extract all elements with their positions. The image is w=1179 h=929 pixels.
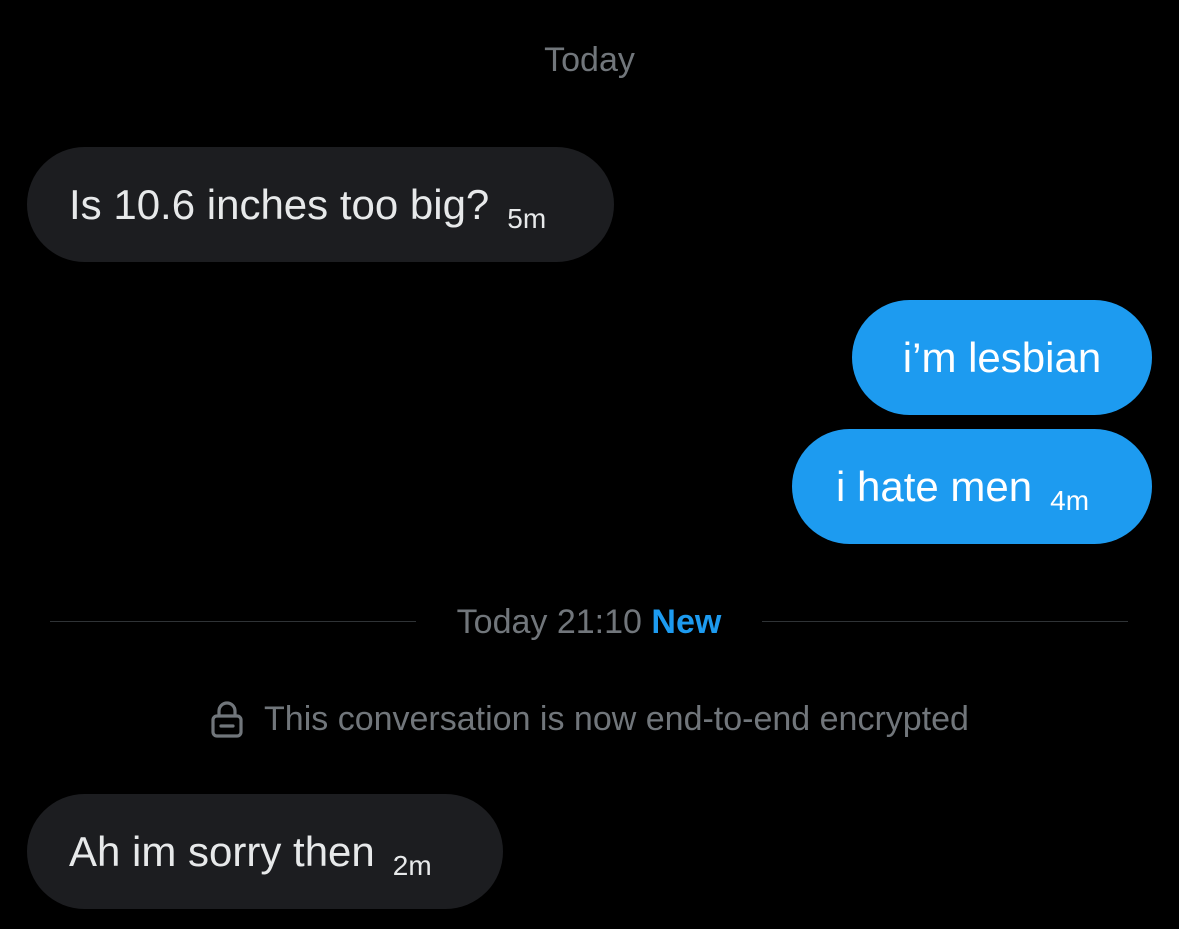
message-text: Ah im sorry then <box>69 827 375 875</box>
message-bubble-outgoing[interactable]: i hate men 4m <box>792 429 1152 544</box>
message-text: Is 10.6 inches too big? <box>69 180 490 228</box>
lock-icon <box>211 701 243 738</box>
message-bubble-incoming[interactable]: Ah im sorry then 2m <box>27 794 503 909</box>
message-bubble-outgoing[interactable]: i’m lesbian <box>852 300 1152 415</box>
divider-timestamp: Today 21:10 <box>456 603 642 641</box>
divider-line-left <box>50 621 416 622</box>
divider-line-right <box>762 621 1128 622</box>
message-text: i hate men <box>836 462 1033 510</box>
message-timestamp: 4m <box>1050 484 1090 516</box>
message-timestamp: 2m <box>392 849 432 881</box>
divider-label: Today 21:10 New <box>416 600 762 644</box>
new-badge: New <box>651 603 722 641</box>
new-messages-divider: Today 21:10 New <box>50 600 1128 644</box>
message-timestamp: 5m <box>507 202 547 234</box>
encryption-notice-text: This conversation is now end-to-end encr… <box>264 700 969 738</box>
encryption-notice: This conversation is now end-to-end encr… <box>0 697 1179 741</box>
message-bubble-incoming[interactable]: Is 10.6 inches too big? 5m <box>27 147 614 262</box>
date-header: Today <box>544 41 635 79</box>
message-text: i’m lesbian <box>902 333 1102 381</box>
